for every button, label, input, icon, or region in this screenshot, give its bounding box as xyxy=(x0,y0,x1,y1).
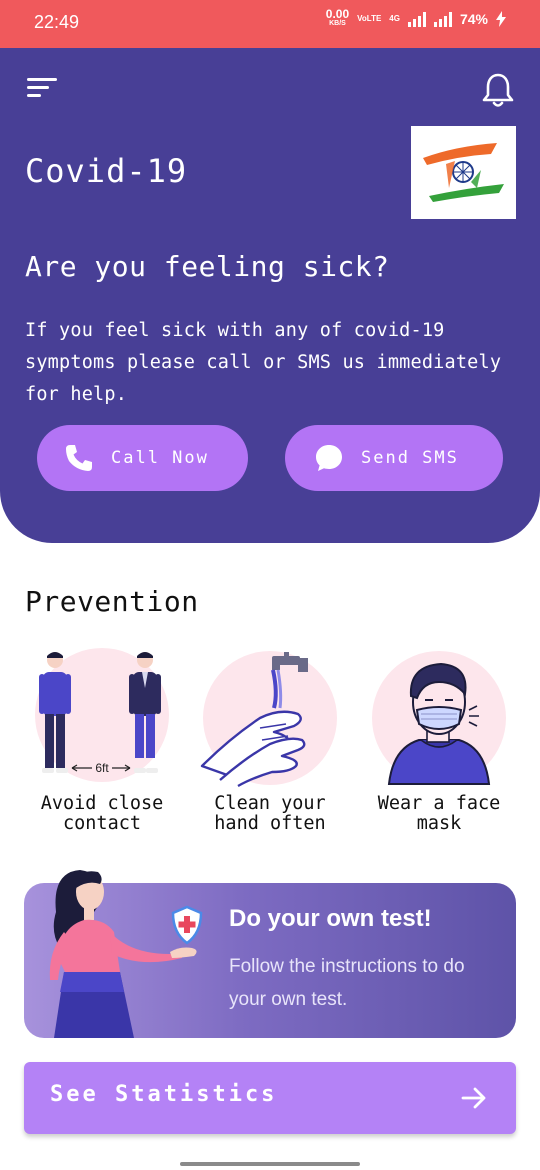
test-heading: Do your own test! xyxy=(229,905,432,932)
avoid-contact-illustration: 6ft xyxy=(22,648,182,788)
arrow-right-icon xyxy=(461,1087,486,1109)
network-speed-value: 0.00 xyxy=(325,7,350,21)
clean-hands-label: Clean your hand often xyxy=(214,793,326,834)
prevention-title: Prevention xyxy=(25,585,199,618)
clean-hands-illustration xyxy=(190,648,350,788)
battery-level: 74% xyxy=(459,11,488,27)
prevention-item-face-mask[interactable]: Wear a face mask xyxy=(359,648,519,834)
distance-label: 6ft xyxy=(95,761,109,775)
flag-emblem-icon xyxy=(423,143,504,202)
bell-icon[interactable] xyxy=(481,72,515,108)
menu-icon[interactable] xyxy=(27,78,59,98)
call-now-label: Call Now xyxy=(111,448,209,468)
test-description: Follow the instructions to do your own t… xyxy=(229,956,465,1010)
see-statistics-label: See Statistics xyxy=(50,1082,278,1107)
volte-indicator: VoLTE xyxy=(357,14,382,23)
avoid-contact-label: Avoid close contact xyxy=(40,793,164,834)
send-sms-label: Send SMS xyxy=(361,448,459,468)
signal-icon-2 xyxy=(433,11,452,27)
network-speed: 0.00 KB/S xyxy=(325,7,350,28)
shield-cross-icon xyxy=(171,905,203,945)
app-title: Covid-19 xyxy=(25,152,188,190)
status-time: 22:49 xyxy=(34,12,80,32)
prevention-item-clean-hands[interactable]: Clean your hand often xyxy=(190,648,350,834)
sick-description: If you feel sick with any of covid-19 sy… xyxy=(25,320,502,405)
status-indicators: 0.00 KB/S VoLTE 4G 74% xyxy=(325,7,506,28)
woman-illustration xyxy=(49,870,197,1038)
prevention-item-avoid-contact[interactable]: 6ft Avoid close contact xyxy=(22,648,182,834)
send-sms-button[interactable]: Send SMS xyxy=(285,425,503,491)
sick-heading: Are you feeling sick? xyxy=(25,250,390,283)
face-mask-label: Wear a face mask xyxy=(377,793,501,834)
chat-bubble-icon xyxy=(316,445,342,471)
network-type: 4G xyxy=(389,14,400,23)
see-statistics-button[interactable]: See Statistics xyxy=(24,1062,516,1134)
home-indicator[interactable] xyxy=(180,1162,360,1166)
status-bar: 22:49 0.00 KB/S VoLTE 4G 74% xyxy=(0,0,540,48)
call-now-button[interactable]: Call Now xyxy=(37,425,248,491)
india-flag-logo xyxy=(411,126,516,219)
face-mask-illustration xyxy=(359,648,519,788)
battery-charging-icon xyxy=(496,11,506,27)
phone-icon xyxy=(66,445,92,471)
signal-icon xyxy=(407,11,426,27)
network-speed-unit: KB/S xyxy=(329,20,346,27)
